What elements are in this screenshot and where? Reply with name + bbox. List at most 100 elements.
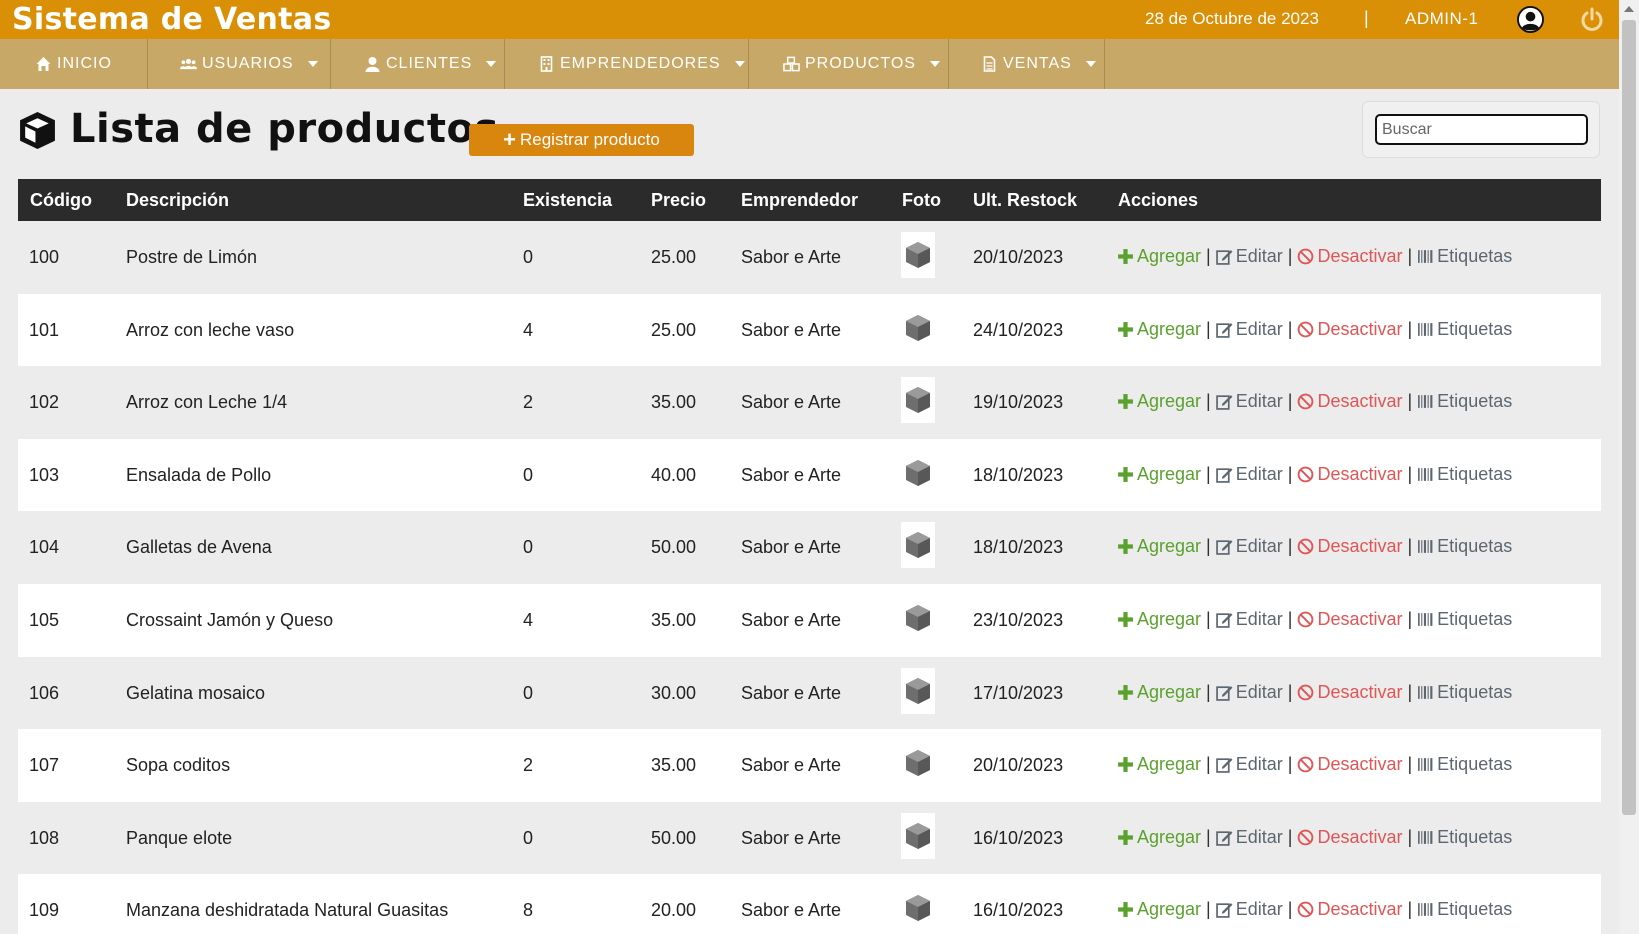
add-stock-link[interactable]: Agregar bbox=[1117, 754, 1201, 775]
add-label: Agregar bbox=[1137, 536, 1202, 557]
barcode-icon bbox=[1418, 467, 1433, 481]
labels-label: Etiquetas bbox=[1437, 246, 1513, 266]
cell-stock: 4 bbox=[523, 610, 534, 630]
action-separator: | bbox=[1407, 536, 1413, 557]
product-photo[interactable] bbox=[901, 740, 935, 787]
user-avatar-icon[interactable] bbox=[1517, 6, 1544, 33]
add-stock-link[interactable]: Agregar bbox=[1117, 609, 1201, 630]
product-photo[interactable] bbox=[901, 667, 935, 714]
labels-link[interactable]: Etiquetas bbox=[1417, 609, 1512, 630]
deactivate-link[interactable]: Desactivar bbox=[1297, 464, 1402, 485]
deactivate-link[interactable]: Desactivar bbox=[1297, 319, 1402, 340]
header-separator: | bbox=[1364, 8, 1369, 28]
nav-item-emprendedores[interactable]: EMPRENDEDORES bbox=[505, 39, 749, 89]
add-stock-link[interactable]: Agregar bbox=[1117, 391, 1201, 412]
edit-icon bbox=[1215, 758, 1233, 773]
labels-link[interactable]: Etiquetas bbox=[1417, 899, 1512, 920]
labels-link[interactable]: Etiquetas bbox=[1417, 754, 1512, 775]
column-header-emprendedor[interactable]: Emprendedor bbox=[741, 190, 858, 211]
edit-icon bbox=[1215, 322, 1233, 338]
deactivate-link[interactable]: Desactivar bbox=[1297, 827, 1402, 848]
deactivate-link[interactable]: Desactivar bbox=[1297, 536, 1402, 557]
cell-description: Postre de Limón bbox=[126, 247, 258, 267]
product-box-icon bbox=[906, 459, 930, 486]
table-row: 103 Ensalada de Pollo 0 40.00 Sabor e Arte 18… bbox=[18, 438, 1601, 512]
column-header-existencia[interactable]: Existencia bbox=[523, 190, 612, 211]
plus-icon bbox=[1118, 612, 1133, 627]
product-photo[interactable] bbox=[901, 232, 935, 278]
action-separator: | bbox=[1407, 826, 1413, 847]
edit-link[interactable]: Editar bbox=[1215, 827, 1283, 848]
deactivate-label: Desactivar bbox=[1317, 246, 1403, 266]
action-separator: | bbox=[1206, 754, 1211, 775]
edit-link[interactable]: Editar bbox=[1215, 391, 1283, 412]
column-header-codigo[interactable]: Código bbox=[30, 190, 92, 211]
action-separator: | bbox=[1206, 536, 1211, 557]
deactivate-link[interactable]: Desactivar bbox=[1297, 754, 1402, 775]
action-separator: | bbox=[1407, 899, 1413, 920]
edit-link[interactable]: Editar bbox=[1215, 754, 1283, 775]
add-stock-link[interactable]: Agregar bbox=[1117, 682, 1201, 703]
product-photo[interactable] bbox=[901, 304, 935, 351]
app-title: Sistema de Ventas bbox=[12, 2, 332, 37]
edit-link[interactable]: Editar bbox=[1215, 609, 1283, 630]
labels-link[interactable]: Etiquetas bbox=[1417, 682, 1512, 703]
product-photo[interactable] bbox=[901, 812, 935, 859]
add-stock-link[interactable]: Agregar bbox=[1117, 536, 1201, 557]
edit-icon bbox=[1215, 903, 1233, 919]
add-stock-link[interactable]: Agregar bbox=[1117, 319, 1201, 340]
nav-item-clientes[interactable]: CLIENTES bbox=[331, 39, 505, 89]
edit-link[interactable]: Editar bbox=[1215, 319, 1283, 340]
deactivate-link[interactable]: Desactivar bbox=[1297, 391, 1402, 412]
nav-item-inicio[interactable]: INICIO bbox=[0, 39, 148, 89]
cell-restock: 20/10/2023 bbox=[973, 755, 1064, 776]
cell-description: Panque elote bbox=[126, 827, 233, 848]
cell-price: 25.00 bbox=[651, 247, 697, 267]
product-photo[interactable] bbox=[901, 377, 935, 424]
row-actions: Agregar | Editar | Desactivar | Etiquetas bbox=[1117, 609, 1512, 630]
nav-item-productos[interactable]: PRODUCTOS bbox=[749, 39, 949, 89]
product-photo[interactable] bbox=[901, 449, 935, 496]
labels-link[interactable]: Etiquetas bbox=[1417, 246, 1512, 267]
product-photo[interactable] bbox=[901, 522, 935, 569]
deactivate-link[interactable]: Desactivar bbox=[1297, 609, 1402, 630]
edit-link[interactable]: Editar bbox=[1215, 246, 1283, 267]
page-scrollbar[interactable] bbox=[1619, 0, 1639, 934]
column-header-descripcion[interactable]: Descripción bbox=[126, 190, 229, 211]
labels-label: Etiquetas bbox=[1437, 536, 1513, 557]
nav-item-usuarios[interactable]: USUARIOS bbox=[148, 39, 331, 89]
deactivate-link[interactable]: Desactivar bbox=[1297, 899, 1402, 920]
deactivate-link[interactable]: Desactivar bbox=[1297, 246, 1402, 267]
labels-link[interactable]: Etiquetas bbox=[1417, 391, 1512, 412]
product-photo[interactable] bbox=[901, 885, 935, 932]
action-separator: | bbox=[1287, 754, 1293, 775]
labels-link[interactable]: Etiquetas bbox=[1417, 536, 1512, 557]
add-stock-link[interactable]: Agregar bbox=[1117, 464, 1201, 485]
column-header-foto[interactable]: Foto bbox=[902, 190, 941, 211]
nav-item-ventas[interactable]: VENTAS bbox=[949, 39, 1105, 89]
labels-link[interactable]: Etiquetas bbox=[1417, 464, 1512, 485]
add-stock-link[interactable]: Agregar bbox=[1117, 246, 1201, 267]
edit-link[interactable]: Editar bbox=[1215, 536, 1283, 557]
deactivate-link[interactable]: Desactivar bbox=[1297, 682, 1402, 703]
add-stock-link[interactable]: Agregar bbox=[1117, 899, 1201, 920]
power-icon[interactable] bbox=[1578, 6, 1606, 34]
edit-link[interactable]: Editar bbox=[1215, 899, 1283, 920]
column-header-precio[interactable]: Precio bbox=[651, 190, 706, 211]
table-row: 105 Crossaint Jamón y Queso 4 35.00 Sabor e … bbox=[18, 584, 1601, 657]
edit-link[interactable]: Editar bbox=[1215, 464, 1283, 485]
labels-link[interactable]: Etiquetas bbox=[1417, 827, 1512, 848]
add-label: Agregar bbox=[1137, 391, 1202, 412]
scroll-thumb[interactable] bbox=[1622, 20, 1636, 815]
labels-link[interactable]: Etiquetas bbox=[1417, 319, 1512, 340]
column-header-restock[interactable]: Ult. Restock bbox=[973, 190, 1077, 211]
current-user[interactable]: ADMIN-1 bbox=[1405, 9, 1478, 29]
action-separator: | bbox=[1287, 246, 1293, 266]
product-photo[interactable] bbox=[901, 595, 935, 641]
edit-link[interactable]: Editar bbox=[1215, 682, 1283, 703]
scroll-up-icon[interactable] bbox=[1624, 6, 1634, 12]
add-stock-link[interactable]: Agregar bbox=[1117, 827, 1201, 848]
cell-description: Arroz con Leche 1/4 bbox=[126, 392, 288, 413]
search-input[interactable] bbox=[1375, 114, 1588, 145]
register-product-button[interactable]: + Registrar producto bbox=[469, 124, 694, 156]
